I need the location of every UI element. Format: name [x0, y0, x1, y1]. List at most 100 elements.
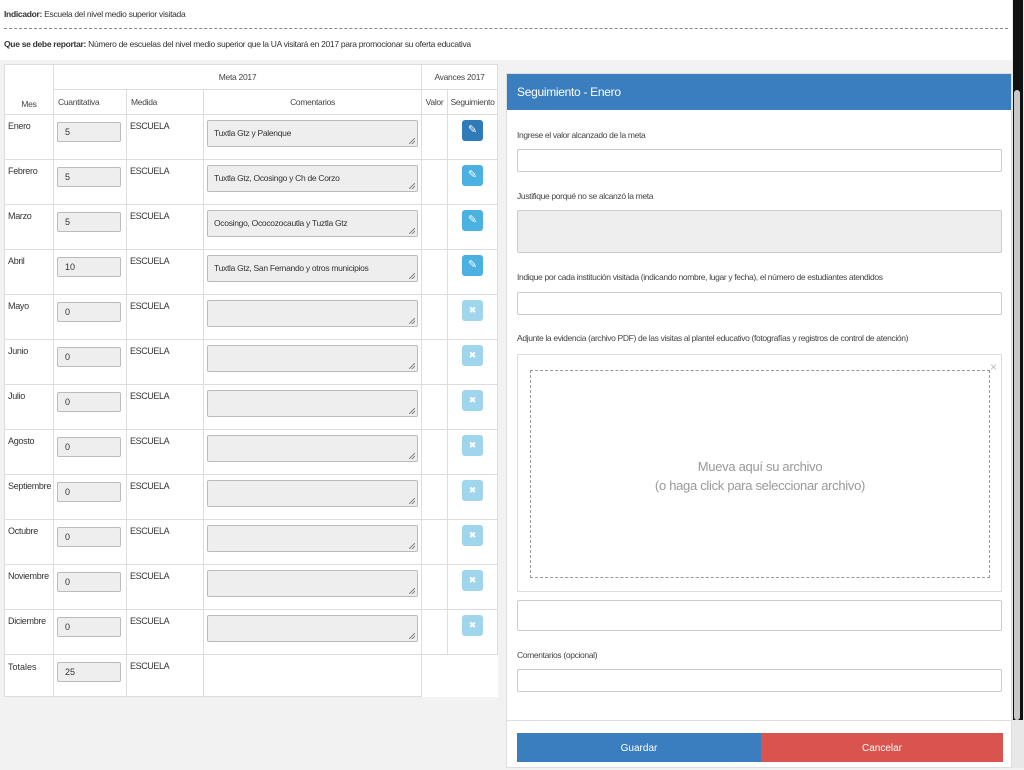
- table-column-header: Cuantitativa Medida Comentarios Valor Se…: [5, 89, 499, 115]
- seguimiento-cell: ✖: [447, 474, 499, 520]
- comentarios-cell: [202, 294, 423, 340]
- comentarios-cell: [202, 519, 423, 565]
- report-label: Que se debe reportar:: [4, 39, 87, 49]
- comentarios-cell: [202, 339, 423, 385]
- cuantitativa-cell: 10: [53, 249, 127, 295]
- pencil-icon[interactable]: ✎: [462, 210, 484, 231]
- medida-cell: ESCUELA: [126, 204, 204, 250]
- comentarios-input[interactable]: [517, 669, 1002, 692]
- cuantitativa-input[interactable]: 0: [57, 302, 121, 322]
- totals-empty: [422, 655, 448, 697]
- medida-cell: ESCUELA: [126, 294, 204, 340]
- cuantitativa-input[interactable]: 0: [57, 347, 121, 367]
- dropzone-line-2: (o haga click para seleccionar archivo): [654, 478, 866, 493]
- column-header-mes: Mes: [4, 64, 54, 115]
- comentarios-cell: [202, 384, 423, 430]
- valor-cell: [421, 339, 449, 385]
- indicator-info: Indicador: Escuela del nivel medio super…: [0, 0, 1012, 60]
- totals-cuantitativa: 25: [57, 662, 121, 682]
- pencil-icon[interactable]: ✎: [462, 255, 484, 276]
- cuantitativa-input[interactable]: 0: [57, 437, 121, 457]
- close-icon[interactable]: ✖: [462, 615, 484, 636]
- medida-cell: ESCUELA: [126, 609, 204, 655]
- column-header-seguimiento: Seguimiento: [447, 89, 499, 115]
- panel-title: Seguimiento - Enero: [507, 74, 1011, 110]
- seguimiento-cell: ✖: [447, 384, 499, 430]
- close-icon[interactable]: ✖: [462, 390, 484, 411]
- month-label: Febrero: [4, 159, 54, 205]
- comentarios-textarea[interactable]: [207, 435, 418, 462]
- seguimiento-cell: ✖: [447, 609, 499, 655]
- comentarios-textarea[interactable]: Tuxtla Gtz y Palenque: [207, 120, 418, 147]
- table-body: Enero 5 ESCUELA Tuxtla Gtz y Palenque ✎ Febre…: [4, 114, 499, 697]
- table-row: Marzo 5 ESCUELA Ocosingo, Ococozocautla y T…: [4, 204, 499, 250]
- close-icon[interactable]: ×: [990, 360, 997, 374]
- file-name-input[interactable]: [517, 600, 1002, 631]
- cuantitativa-input[interactable]: 5: [57, 167, 121, 187]
- institucion-input[interactable]: [517, 292, 1002, 315]
- totals-cuantitativa-cell: 25: [53, 654, 127, 697]
- cuantitativa-input[interactable]: 0: [57, 572, 121, 592]
- pencil-icon[interactable]: ✎: [462, 120, 484, 141]
- evidencia-label: Adjunte la evidencia (archivo PDF) de la…: [517, 333, 909, 343]
- cuantitativa-cell: 0: [53, 384, 127, 430]
- valor-input[interactable]: [517, 149, 1002, 172]
- table-row: Julio 0 ESCUELA ✖: [4, 384, 499, 430]
- valor-cell: [421, 159, 449, 205]
- panel-scrollbar[interactable]: [1014, 90, 1020, 720]
- close-icon[interactable]: ✖: [462, 345, 484, 366]
- column-header-cuantitativa: Cuantitativa: [53, 89, 127, 115]
- close-icon[interactable]: ✖: [462, 435, 484, 456]
- cuantitativa-input[interactable]: 5: [57, 122, 121, 142]
- cuantitativa-cell: 0: [53, 474, 127, 520]
- close-icon[interactable]: ✖: [462, 525, 484, 546]
- comentarios-cell: Tuxtla Gtz y Palenque: [202, 114, 423, 160]
- close-icon[interactable]: ✖: [462, 480, 484, 501]
- cuantitativa-cell: 5: [53, 204, 127, 250]
- comentarios-textarea[interactable]: [207, 390, 418, 417]
- dropzone-container: × Mueva aquí su archivo (o haga click pa…: [517, 354, 1002, 592]
- seguimiento-cell: ✖: [447, 429, 499, 475]
- comentarios-textarea[interactable]: [207, 345, 418, 372]
- close-icon[interactable]: ✖: [462, 570, 484, 591]
- close-icon[interactable]: ✖: [462, 300, 484, 321]
- cuantitativa-input[interactable]: 0: [57, 392, 121, 412]
- medida-cell: ESCUELA: [126, 384, 204, 430]
- comentarios-textarea[interactable]: Ocosingo, Ococozocautla y Tuztla Gtz: [207, 210, 418, 237]
- medida-cell: ESCUELA: [126, 564, 204, 610]
- comentarios-textarea[interactable]: [207, 480, 418, 507]
- cuantitativa-input[interactable]: 10: [57, 257, 121, 277]
- comentarios-textarea[interactable]: Tuxtla Gtz, San Fernando y otros municip…: [207, 255, 418, 282]
- cuantitativa-input[interactable]: 0: [57, 527, 121, 547]
- medida-cell: ESCUELA: [126, 159, 204, 205]
- justifique-textarea[interactable]: [517, 210, 1002, 253]
- comentarios-textarea[interactable]: Tuxtla Gtz, Ocosingo y Ch de Corzo: [207, 165, 418, 192]
- seguimiento-cell: ✖: [447, 564, 499, 610]
- cuantitativa-input[interactable]: 0: [57, 617, 121, 637]
- comentarios-textarea[interactable]: [207, 570, 418, 597]
- valor-cell: [421, 294, 449, 340]
- dropzone-line-1: Mueva aquí su archivo: [697, 459, 823, 474]
- cancel-button[interactable]: Cancelar: [761, 733, 1003, 762]
- valor-cell: [421, 114, 449, 160]
- dropzone-text: Mueva aquí su archivo (o haga click para…: [531, 457, 989, 495]
- cuantitativa-cell: 0: [53, 429, 127, 475]
- seguimiento-cell: ✎: [447, 249, 499, 295]
- pencil-icon[interactable]: ✎: [462, 165, 484, 186]
- column-header-valor: Valor: [421, 89, 449, 115]
- save-button[interactable]: Guardar: [517, 733, 761, 762]
- group-header-avances: Avances 2017: [421, 64, 499, 90]
- info-divider: [4, 28, 1008, 29]
- cuantitativa-cell: 5: [53, 159, 127, 205]
- comentarios-textarea[interactable]: [207, 525, 418, 552]
- table-group-header: Mes Meta 2017 Avances 2017: [4, 64, 499, 115]
- cuantitativa-input[interactable]: 0: [57, 482, 121, 502]
- file-dropzone[interactable]: Mueva aquí su archivo (o haga click para…: [530, 370, 990, 578]
- comentarios-textarea[interactable]: [207, 300, 418, 327]
- cuantitativa-input[interactable]: 5: [57, 212, 121, 232]
- medida-cell: ESCUELA: [126, 474, 204, 520]
- column-header-medida: Medida: [126, 89, 204, 115]
- comentarios-textarea[interactable]: [207, 615, 418, 642]
- comentarios-label: Comentarios (opcional): [517, 650, 598, 660]
- table-row: Febrero 5 ESCUELA Tuxtla Gtz, Ocosingo y Ch…: [4, 159, 499, 205]
